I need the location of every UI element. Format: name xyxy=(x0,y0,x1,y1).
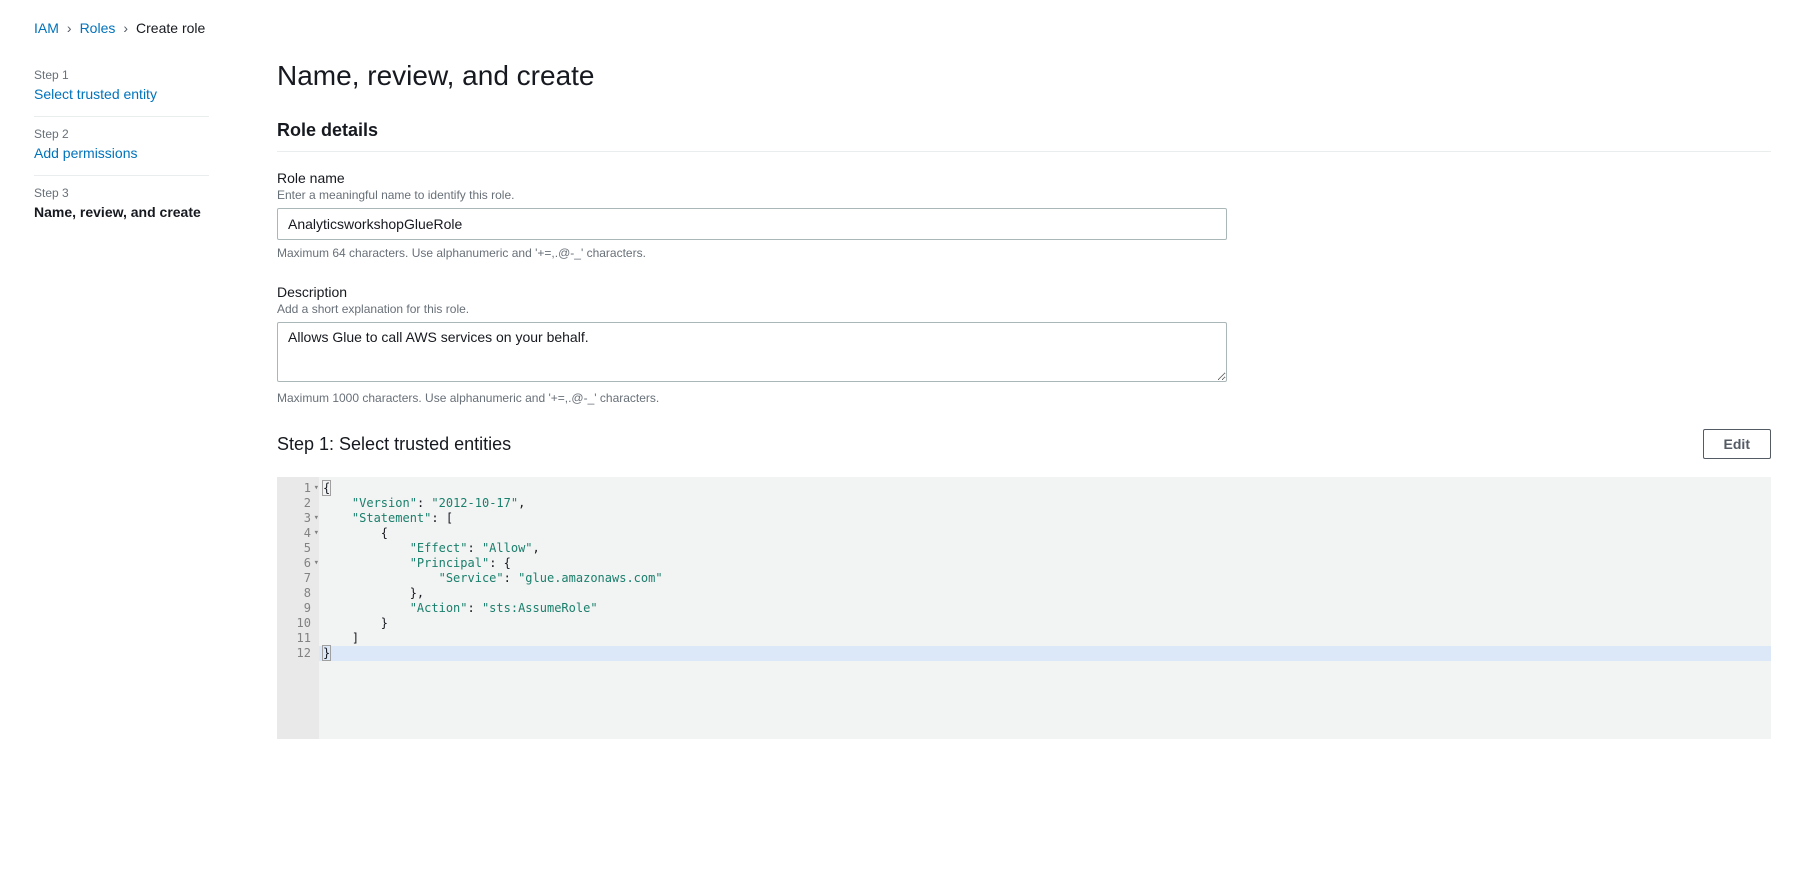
wizard-nav: Step 1 Select trusted entity Step 2 Add … xyxy=(34,58,209,739)
breadcrumb-roles[interactable]: Roles xyxy=(80,20,116,36)
wizard-step-number: Step 1 xyxy=(34,68,209,82)
wizard-step-number: Step 3 xyxy=(34,186,209,200)
role-description-field: Description Add a short explanation for … xyxy=(277,284,1771,405)
role-description-hint: Add a short explanation for this role. xyxy=(277,302,1771,316)
chevron-right-icon: › xyxy=(123,20,128,36)
role-details-heading: Role details xyxy=(277,120,1771,152)
role-description-constraint: Maximum 1000 characters. Use alphanumeri… xyxy=(277,391,1771,405)
role-name-constraint: Maximum 64 characters. Use alphanumeric … xyxy=(277,246,1771,260)
role-description-input[interactable] xyxy=(277,322,1227,382)
main-content: Name, review, and create Role details Ro… xyxy=(277,58,1771,739)
editor-code[interactable]: { "Version": "2012-10-17", "Statement": … xyxy=(319,477,1771,739)
role-name-input[interactable] xyxy=(277,208,1227,240)
edit-button[interactable]: Edit xyxy=(1703,429,1771,459)
breadcrumb-iam[interactable]: IAM xyxy=(34,20,59,36)
wizard-step-label[interactable]: Select trusted entity xyxy=(34,86,157,102)
wizard-step-number: Step 2 xyxy=(34,127,209,141)
trust-policy-editor[interactable]: 123456789101112 { "Version": "2012-10-17… xyxy=(277,477,1771,739)
wizard-step-1[interactable]: Step 1 Select trusted entity xyxy=(34,58,209,117)
role-name-field: Role name Enter a meaningful name to ide… xyxy=(277,170,1771,260)
wizard-step-label: Name, review, and create xyxy=(34,204,209,220)
wizard-step-3: Step 3 Name, review, and create xyxy=(34,176,209,234)
trusted-entities-heading: Step 1: Select trusted entities xyxy=(277,434,511,455)
editor-gutter: 123456789101112 xyxy=(277,477,319,739)
wizard-step-label[interactable]: Add permissions xyxy=(34,145,138,161)
role-description-label: Description xyxy=(277,284,1771,300)
role-name-hint: Enter a meaningful name to identify this… xyxy=(277,188,1771,202)
role-name-label: Role name xyxy=(277,170,1771,186)
breadcrumb: IAM › Roles › Create role xyxy=(34,20,1771,36)
chevron-right-icon: › xyxy=(67,20,72,36)
breadcrumb-current: Create role xyxy=(136,20,205,36)
wizard-step-2[interactable]: Step 2 Add permissions xyxy=(34,117,209,176)
page-title: Name, review, and create xyxy=(277,60,1771,92)
